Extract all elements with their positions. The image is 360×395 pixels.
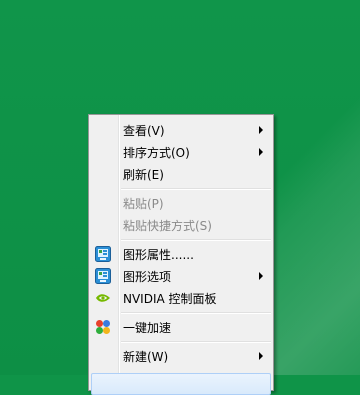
- next-menu-item-highlight[interactable]: [91, 373, 271, 395]
- menu-item-paste-shortcut[interactable]: 粘贴快捷方式(S): [91, 214, 271, 236]
- menu-item-nvidia-control-panel[interactable]: NVIDIA 控制面板: [91, 287, 271, 309]
- menu-item-new[interactable]: 新建(W): [91, 345, 271, 367]
- menu-item-label: 新建(W): [123, 349, 169, 364]
- menu-separator: [121, 341, 271, 342]
- submenu-arrow-icon: [259, 148, 263, 156]
- menu-item-label: 排序方式(O): [123, 145, 190, 160]
- menu-item-label: NVIDIA 控制面板: [123, 291, 217, 306]
- menu-separator: [121, 312, 271, 313]
- menu-item-one-click-speedup[interactable]: 一键加速: [91, 316, 271, 338]
- intel-graphics-icon: [95, 268, 111, 284]
- context-menu: 查看(V) 排序方式(O) 刷新(E) 粘贴(P) 粘贴快捷方式(S) 图形属性…: [88, 114, 274, 395]
- menu-item-label: 查看(V): [123, 123, 165, 138]
- menu-item-graphics-properties[interactable]: 图形属性......: [91, 243, 271, 265]
- menu-item-view[interactable]: 查看(V): [91, 119, 271, 141]
- submenu-arrow-icon: [259, 272, 263, 280]
- menu-item-label: 刷新(E): [123, 167, 164, 182]
- speedup-icon: [95, 319, 111, 335]
- menu-separator: [121, 188, 271, 189]
- menu-item-label: 图形属性......: [123, 247, 194, 262]
- submenu-arrow-icon: [259, 352, 263, 360]
- nvidia-icon: [95, 290, 111, 306]
- menu-item-label: 粘贴快捷方式(S): [123, 218, 212, 233]
- menu-item-label: 一键加速: [123, 320, 172, 335]
- menu-separator: [121, 239, 271, 240]
- menu-item-refresh[interactable]: 刷新(E): [91, 163, 271, 185]
- menu-item-paste[interactable]: 粘贴(P): [91, 192, 271, 214]
- menu-item-sort-by[interactable]: 排序方式(O): [91, 141, 271, 163]
- intel-graphics-icon: [95, 246, 111, 262]
- menu-item-label: 粘贴(P): [123, 196, 164, 211]
- menu-item-label: 图形选项: [123, 269, 172, 284]
- menu-item-graphics-options[interactable]: 图形选项: [91, 265, 271, 287]
- submenu-arrow-icon: [259, 126, 263, 134]
